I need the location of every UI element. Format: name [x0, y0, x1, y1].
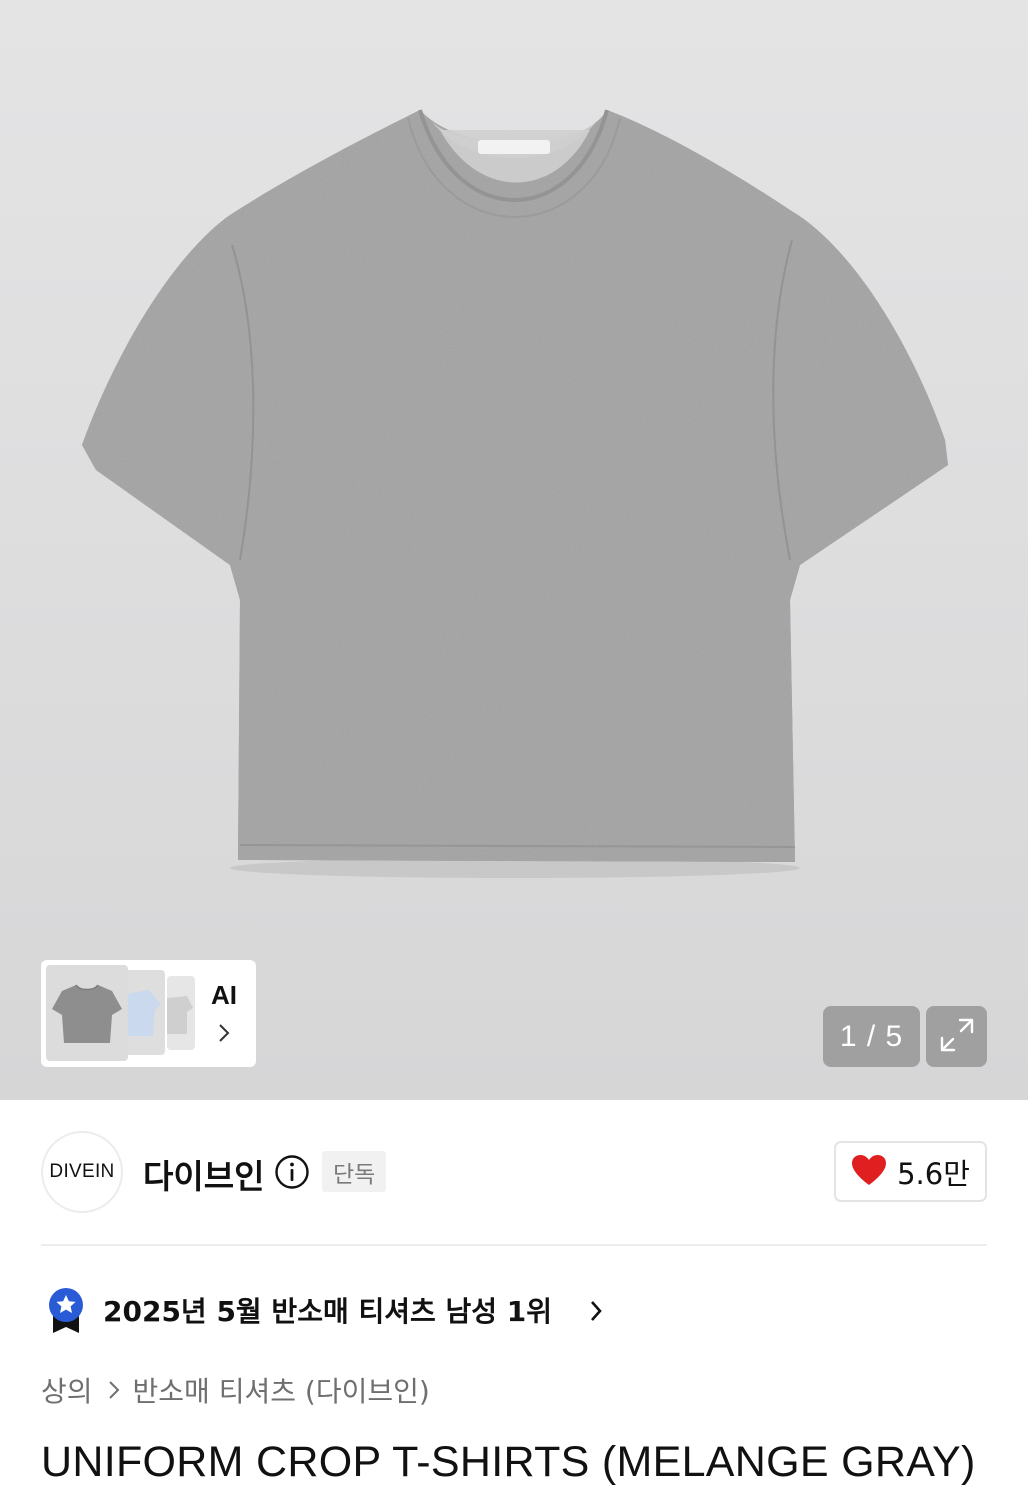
thumbnail-melange-gray[interactable]	[46, 965, 128, 1061]
ai-similar-items-card[interactable]: AI	[41, 960, 256, 1067]
ranking-medal-icon	[46, 1287, 86, 1339]
expand-button[interactable]	[926, 1006, 987, 1067]
chevron-right-icon[interactable]	[588, 1298, 604, 1328]
ranking-text[interactable]: 2025년 5월 반소매 티셔츠 남성 1위	[103, 1290, 552, 1330]
like-count: 5.6만	[897, 1156, 970, 1191]
exclusive-badge: 단독	[322, 1151, 387, 1192]
chevron-right-icon	[107, 1378, 121, 1402]
brand-logo-text: DIVEIN	[49, 1161, 115, 1182]
brand-name[interactable]: 다이브인	[143, 1150, 264, 1198]
thumbnail-light-blue[interactable]	[125, 970, 165, 1055]
info-icon[interactable]	[274, 1154, 310, 1194]
image-counter: 1 / 5	[823, 1006, 920, 1067]
chevron-right-icon	[217, 1022, 231, 1048]
heart-icon	[851, 1154, 887, 1190]
breadcrumb-item-subcategory[interactable]: 반소매 티셔츠 (다이브인)	[133, 1370, 430, 1410]
expand-icon	[938, 1016, 976, 1058]
product-image-gallery[interactable]: AI 1 / 5	[0, 0, 1028, 1100]
breadcrumb: 상의 반소매 티셔츠 (다이브인)	[41, 1370, 430, 1410]
brand-logo[interactable]: DIVEIN	[41, 1131, 123, 1213]
product-image[interactable]	[0, 0, 1028, 1100]
breadcrumb-item-category[interactable]: 상의	[41, 1370, 93, 1410]
ai-label: AI	[211, 980, 237, 1010]
thumbnail-light-gray[interactable]	[167, 976, 195, 1050]
product-title: UNIFORM CROP T-SHIRTS (MELANGE GRAY)	[41, 1438, 976, 1486]
like-button[interactable]: 5.6만	[834, 1141, 987, 1202]
divider	[41, 1244, 987, 1246]
